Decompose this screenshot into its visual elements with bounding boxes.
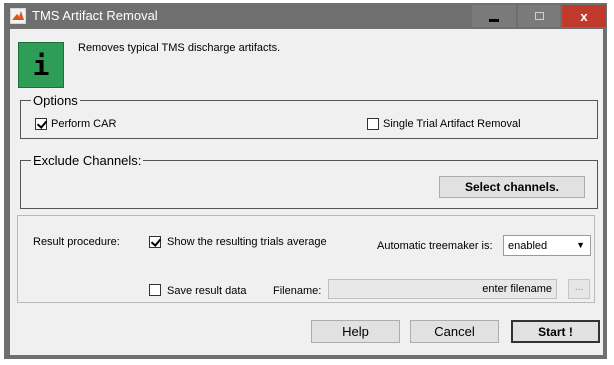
filename-label: Filename: bbox=[273, 285, 322, 297]
window-title: TMS Artifact Removal bbox=[32, 8, 158, 23]
description-text: Removes typical TMS discharge artifacts. bbox=[78, 42, 281, 54]
maximize-button[interactable] bbox=[518, 5, 560, 27]
exclude-channels-legend: Exclude Channels: bbox=[33, 153, 142, 168]
start-button[interactable]: Start ! bbox=[511, 320, 600, 343]
dialog-body: i Removes typical TMS discharge artifact… bbox=[10, 29, 603, 355]
cancel-button[interactable]: Cancel bbox=[410, 320, 499, 343]
chevron-down-icon: ▼ bbox=[576, 240, 585, 250]
single-trial-checkbox[interactable] bbox=[367, 118, 379, 130]
result-procedure-label: Result procedure: bbox=[33, 236, 120, 248]
save-result-checkbox[interactable] bbox=[149, 284, 161, 296]
treemaker-label: Automatic treemaker is: bbox=[377, 240, 493, 252]
perform-car-label: Perform CAR bbox=[51, 118, 117, 130]
dialog-window: TMS Artifact Removal x i Removes typical… bbox=[4, 3, 607, 359]
info-glyph: i bbox=[32, 48, 50, 82]
matlab-icon bbox=[10, 8, 26, 24]
show-average-checkbox[interactable] bbox=[149, 236, 161, 248]
treemaker-value: enabled bbox=[508, 240, 548, 252]
options-legend: Options bbox=[33, 93, 78, 108]
minimize-button[interactable] bbox=[472, 5, 516, 27]
single-trial-label: Single Trial Artifact Removal bbox=[383, 118, 521, 130]
title-bar[interactable]: TMS Artifact Removal x bbox=[4, 3, 607, 29]
close-icon: x bbox=[580, 8, 588, 24]
close-button[interactable]: x bbox=[562, 5, 606, 27]
treemaker-select[interactable]: enabled ▼ bbox=[503, 235, 591, 256]
browse-button[interactable]: ... bbox=[568, 279, 590, 299]
maximize-icon bbox=[534, 12, 544, 20]
options-group: Options bbox=[20, 93, 598, 139]
help-button[interactable]: Help bbox=[311, 320, 400, 343]
save-result-label: Save result data bbox=[167, 285, 247, 297]
minimize-icon bbox=[489, 18, 499, 22]
select-channels-button[interactable]: Select channels. bbox=[439, 176, 585, 198]
filename-input[interactable]: enter filename bbox=[328, 279, 557, 299]
show-average-label: Show the resulting trials average bbox=[167, 236, 327, 248]
info-icon: i bbox=[18, 42, 64, 88]
perform-car-checkbox[interactable] bbox=[35, 118, 47, 130]
